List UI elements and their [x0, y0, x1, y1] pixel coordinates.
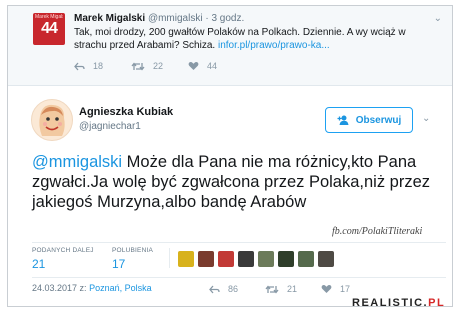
liker-avatar[interactable]	[318, 251, 334, 267]
liker-avatar[interactable]	[238, 251, 254, 267]
reply-icon	[74, 62, 85, 70]
reply-count: 18	[93, 61, 104, 71]
top-tweet[interactable]: Marek Migalski 44 Marek Migalski @mmigal…	[8, 6, 452, 86]
retweet-icon	[265, 284, 279, 294]
tweet-text: Tak, moi drodzy, 200 gwałtów Polaków na …	[74, 26, 424, 52]
like-count: 44	[207, 61, 218, 71]
screenshot-frame: Marek Migalski 44 Marek Migalski @mmigal…	[7, 5, 453, 309]
retweets-stat[interactable]: PODANYCH DALEJ 21	[32, 247, 94, 271]
reply-icon	[209, 285, 220, 293]
like-count: 17	[340, 284, 351, 294]
retweet-button[interactable]: 22	[131, 61, 188, 71]
reply-count: 86	[228, 284, 239, 294]
retweet-button[interactable]: 21	[265, 284, 321, 294]
retweets-label: PODANYCH DALEJ	[32, 247, 94, 254]
divider	[32, 242, 446, 243]
likes-value: 17	[112, 257, 126, 271]
avatar-agnieszka[interactable]	[31, 99, 73, 141]
brand-main: REALISTIC.	[352, 297, 429, 309]
liker-avatar[interactable]	[178, 251, 194, 267]
tweet-time[interactable]: 3 godz.	[211, 13, 244, 24]
chevron-down-icon[interactable]: ⌄	[434, 13, 442, 24]
reply-button[interactable]: 86	[209, 284, 265, 294]
likers-avatars	[178, 251, 334, 267]
avatar-small-text: Marek Migalski	[35, 14, 63, 20]
heart-icon	[321, 284, 332, 293]
avatar-marek[interactable]: Marek Migalski 44	[33, 13, 65, 45]
retweet-count: 22	[153, 61, 164, 71]
tweet-text: @mmigalski Może dla Pana nie ma różnicy,…	[32, 152, 447, 212]
divider	[169, 248, 170, 268]
liker-avatar[interactable]	[278, 251, 294, 267]
like-button[interactable]: 44	[188, 61, 245, 71]
author-name[interactable]: Marek Migalski	[74, 13, 145, 24]
date-text: 24.03.2017 z:	[32, 283, 87, 293]
chevron-down-icon[interactable]: ⌄	[422, 113, 430, 124]
tweet-actions: 18 22 44	[74, 61, 245, 71]
heart-icon	[188, 61, 199, 70]
like-button[interactable]: 17	[321, 284, 377, 294]
watermark: fb.com/PolakiTliteraki	[332, 226, 423, 237]
separator-dot: ·	[205, 13, 209, 24]
follow-button[interactable]: Obserwuj	[325, 107, 413, 133]
likes-label: POLUBIENIA	[112, 247, 154, 254]
divider	[32, 277, 446, 278]
liker-avatar[interactable]	[298, 251, 314, 267]
liker-avatar[interactable]	[218, 251, 234, 267]
tweet-link[interactable]: infor.pl/prawo/prawo-ka...	[218, 40, 330, 51]
tweet-header: Marek Migalski @mmigalski · 3 godz.	[74, 13, 244, 24]
author-handle[interactable]: @mmigalski	[148, 13, 203, 24]
tweet-actions: 86 21 17	[209, 284, 377, 294]
retweet-icon	[131, 61, 145, 71]
likes-stat[interactable]: POLUBIENIA 17	[112, 247, 153, 271]
retweets-value: 21	[32, 257, 46, 271]
mention-link[interactable]: @mmigalski	[32, 153, 122, 171]
brand-suffix: PL	[428, 297, 446, 309]
tweet-date: 24.03.2017 z: Poznań, Polska	[32, 283, 152, 293]
liker-avatar[interactable]	[258, 251, 274, 267]
location-link[interactable]: Poznań, Polska	[89, 283, 152, 293]
author-handle[interactable]: @jagniechar1	[79, 121, 141, 132]
avatar-number: 44	[41, 20, 58, 37]
site-branding: REALISTIC.PL	[352, 297, 445, 309]
retweet-count: 21	[287, 284, 298, 294]
liker-avatar[interactable]	[198, 251, 214, 267]
reply-button[interactable]: 18	[74, 61, 131, 71]
avatar-face-icon	[39, 104, 65, 136]
author-name[interactable]: Agnieszka Kubiak	[79, 106, 173, 118]
follow-label: Obserwuj	[355, 114, 402, 126]
add-user-icon	[337, 115, 349, 125]
